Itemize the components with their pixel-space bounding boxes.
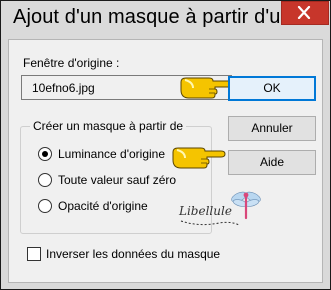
dialog-window: Ajout d'un masque à partir d'u... Fenêtr…	[0, 0, 331, 290]
source-window-label: Fenêtre d'origine :	[23, 56, 120, 70]
source-window-value: 10efno6.jpg	[32, 81, 95, 95]
dialog-title: Ajout d'un masque à partir d'u...	[13, 6, 298, 28]
radio-luminance[interactable]	[38, 147, 52, 161]
close-icon	[297, 6, 311, 19]
watermark-text: Libellule	[179, 204, 232, 218]
radio-non-zero[interactable]	[38, 173, 52, 187]
dragonfly-icon	[231, 191, 261, 220]
help-button[interactable]: Aide	[228, 150, 316, 175]
radio-opacity-label: Opacité d'origine	[58, 199, 148, 213]
pointing-hand-icon	[180, 77, 234, 99]
watermark-dotted-line	[180, 220, 240, 226]
title-bar[interactable]: Ajout d'un masque à partir d'u...	[1, 1, 330, 39]
radio-opacity[interactable]	[38, 199, 52, 213]
cancel-button[interactable]: Annuler	[228, 116, 316, 141]
invert-mask-checkbox[interactable]	[27, 247, 41, 261]
invert-mask-label: Inverser les données du masque	[46, 247, 221, 261]
pointing-hand-icon	[172, 147, 226, 169]
mask-source-group-title: Créer un masque à partir de	[30, 119, 187, 133]
dialog-body: Fenêtre d'origine : 10efno6.jpg OK Annul…	[8, 39, 323, 283]
ok-button[interactable]: OK	[228, 76, 316, 101]
radio-non-zero-label: Toute valeur sauf zéro	[58, 173, 177, 187]
close-button[interactable]	[281, 1, 329, 25]
radio-luminance-label: Luminance d'origine	[58, 147, 166, 161]
